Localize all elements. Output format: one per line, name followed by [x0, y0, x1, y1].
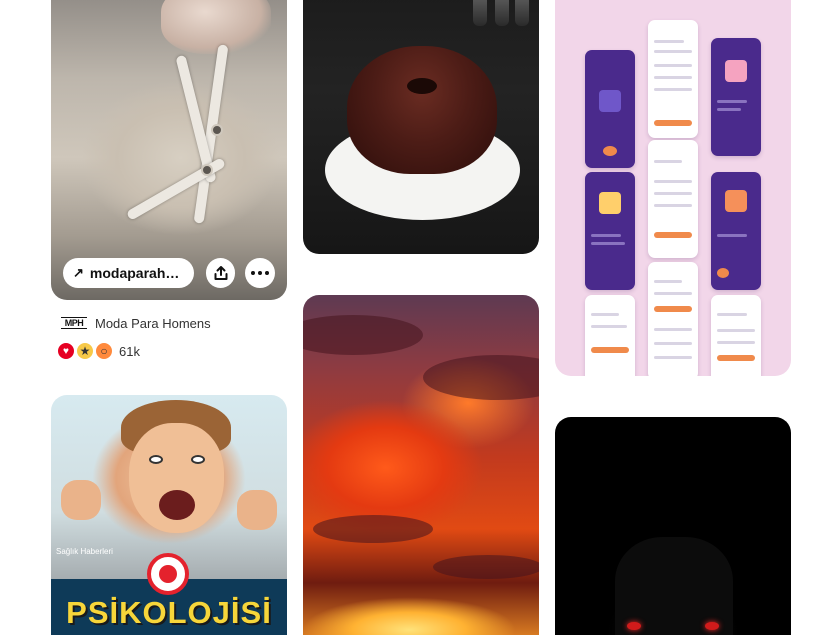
line-shape: [717, 341, 755, 344]
phone-mockup: [711, 172, 761, 290]
line-shape: [654, 280, 682, 283]
cloud-shape: [423, 355, 539, 400]
phone-mockup: [711, 38, 761, 156]
eyelet-shape: [201, 164, 213, 176]
poster-banner-text: PSİKOLOJİSİ: [66, 595, 272, 630]
red-eye-shape: [705, 622, 719, 630]
cloud-shape: [433, 555, 539, 579]
line-shape: [654, 204, 692, 207]
line-shape: [717, 100, 747, 103]
pin-image-sunset-sky[interactable]: [303, 295, 539, 635]
red-eye-shape: [627, 622, 641, 630]
figure-silhouette: [615, 537, 733, 635]
line-shape: [717, 108, 741, 111]
phone-mockup: [648, 262, 698, 376]
poster-corner-label: Sağlık Haberleri: [56, 547, 113, 556]
pin-image-dark-figure[interactable]: [555, 417, 791, 635]
eyelet-shape: [211, 124, 223, 136]
glass-shape: [473, 0, 487, 26]
share-button[interactable]: [205, 258, 236, 288]
phone-mockup: [585, 50, 635, 168]
line-shape: [654, 76, 692, 79]
glass-shape: [515, 0, 529, 26]
line-shape: [717, 329, 755, 332]
line-shape: [591, 242, 625, 245]
wow-icon: ○: [95, 342, 113, 360]
phone-mockup: [585, 295, 635, 376]
line-shape: [654, 328, 692, 331]
button-shape: [591, 347, 629, 353]
line-shape: [717, 234, 747, 237]
pin-image-shoe-lacing[interactable]: ↗ modaparah…: [51, 0, 287, 300]
pin-image-kid-poster[interactable]: Sağlık Haberleri PSİKOLOJİSİ: [51, 395, 287, 635]
cake-shape: [347, 46, 497, 174]
line-shape: [654, 192, 692, 195]
eye-shape: [191, 455, 205, 464]
illustration-shape: [599, 192, 621, 214]
illustration-shape: [725, 60, 747, 82]
fist-shape: [237, 490, 277, 530]
cloud-shape: [303, 315, 423, 355]
line-shape: [654, 50, 692, 53]
phone-mockup: [648, 140, 698, 258]
button-shape: [603, 146, 617, 156]
author-avatar[interactable]: MPH: [61, 317, 87, 329]
line-shape: [591, 313, 619, 316]
line-shape: [591, 325, 627, 328]
source-link-button[interactable]: ↗ modaparah…: [63, 258, 194, 288]
pin-reactions[interactable]: ♥ ★ ○ 61k: [57, 342, 140, 360]
button-shape: [654, 306, 692, 312]
arrow-up-right-icon: ↗: [73, 265, 84, 280]
fist-shape: [61, 480, 101, 520]
cloud-shape: [313, 515, 433, 543]
phone-mockup: [585, 172, 635, 290]
phone-mockup: [711, 295, 761, 376]
pin-author[interactable]: MPH Moda Para Homens: [61, 313, 211, 333]
phone-mockup: [648, 20, 698, 138]
line-shape: [717, 313, 747, 316]
line-shape: [654, 40, 684, 43]
reaction-count: 61k: [119, 343, 140, 359]
line-shape: [654, 88, 692, 91]
cake-hole-shape: [407, 78, 437, 94]
author-name[interactable]: Moda Para Homens: [95, 316, 211, 331]
glass-shape: [495, 0, 509, 26]
button-shape: [717, 355, 755, 361]
line-shape: [654, 180, 692, 183]
mouth-shape: [159, 490, 195, 520]
button-shape: [654, 120, 692, 126]
source-link-label: modaparah…: [89, 265, 180, 281]
eye-shape: [149, 455, 163, 464]
pin-grid: ↗ modaparah… MPH Moda Para Homens ♥ ★ ○ …: [0, 0, 819, 635]
pin-image-chocolate-cake[interactable]: [303, 0, 539, 254]
heart-eyes-icon: ♥: [57, 342, 75, 360]
more-options-button[interactable]: [245, 258, 276, 288]
share-icon: [214, 266, 228, 280]
button-shape: [654, 232, 692, 238]
star-struck-icon: ★: [76, 342, 94, 360]
button-shape: [717, 268, 729, 278]
line-shape: [591, 234, 621, 237]
pin-overlay-actions: ↗ modaparah…: [63, 258, 276, 288]
line-shape: [654, 356, 692, 359]
pin-image-app-design[interactable]: [555, 0, 791, 376]
illustration-shape: [725, 190, 747, 212]
more-dots-icon: [251, 271, 270, 275]
illustration-shape: [599, 90, 621, 112]
line-shape: [654, 64, 692, 67]
line-shape: [654, 292, 692, 295]
line-shape: [654, 160, 682, 163]
poster-logo: [147, 553, 189, 595]
hand-shape: [161, 0, 271, 54]
line-shape: [654, 342, 692, 345]
